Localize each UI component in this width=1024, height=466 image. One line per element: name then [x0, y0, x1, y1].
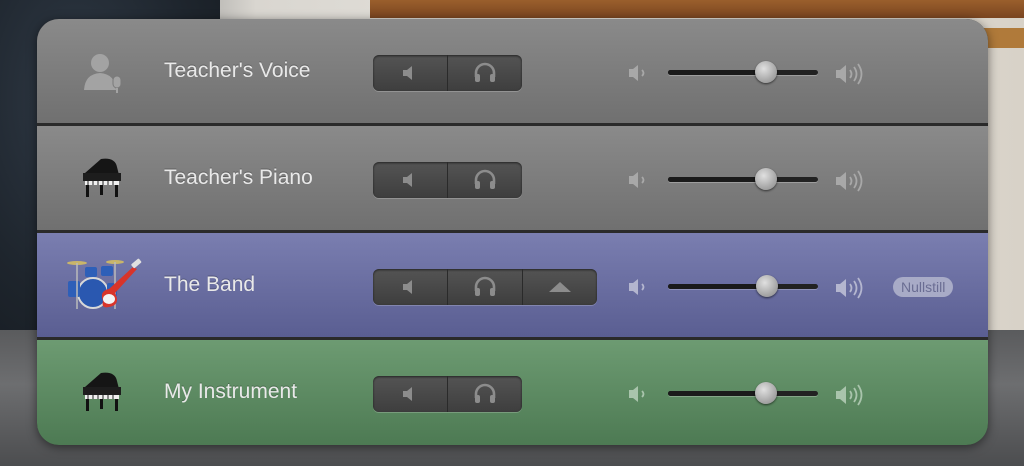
microphone-person-icon [75, 44, 131, 100]
volume-slider[interactable] [668, 61, 818, 83]
volume-slider-thumb[interactable] [755, 168, 777, 190]
volume-low-icon [629, 172, 645, 188]
volume-low-icon [629, 386, 645, 402]
mute-button[interactable] [373, 162, 448, 198]
mute-button[interactable] [373, 376, 448, 412]
track-buttons [373, 162, 522, 198]
track-buttons [373, 269, 597, 305]
volume-high-icon [836, 384, 863, 406]
volume-slider[interactable] [668, 382, 818, 404]
track-name: Teacher's Piano [164, 166, 313, 189]
expand-button[interactable] [523, 269, 597, 305]
track-row-my-instrument: My Instrument [37, 340, 988, 445]
track-row-the-band: The Band Nullstill [37, 233, 988, 337]
headphones-icon [474, 276, 496, 296]
solo-headphones-button[interactable] [448, 376, 522, 412]
speaker-mute-icon [403, 280, 412, 294]
track-buttons [373, 55, 522, 91]
track-row-teachers-piano: Teacher's Piano [37, 126, 988, 230]
volume-low-icon [629, 279, 645, 295]
solo-headphones-button[interactable] [448, 162, 522, 198]
volume-slider[interactable] [668, 275, 818, 297]
volume-slider-thumb[interactable] [755, 382, 777, 404]
volume-slider-thumb[interactable] [755, 61, 777, 83]
track-name: The Band [164, 273, 256, 296]
track-name: Teacher's Voice [164, 59, 311, 82]
solo-headphones-button[interactable] [448, 55, 522, 91]
volume-slider[interactable] [668, 168, 818, 190]
track-buttons [373, 376, 522, 412]
grand-piano-icon [75, 365, 131, 421]
drum-kit-guitar-icon [63, 253, 147, 317]
speaker-mute-icon [403, 173, 412, 187]
reset-button[interactable]: Nullstill [893, 277, 954, 297]
volume-high-icon [836, 63, 863, 85]
volume-high-icon [836, 170, 863, 192]
track-row-teachers-voice: Teacher's Voice [37, 19, 988, 123]
background-piano [370, 0, 1024, 18]
volume-high-icon [836, 277, 863, 299]
headphones-icon [474, 62, 496, 82]
mute-button[interactable] [373, 55, 448, 91]
expand-up-icon [549, 282, 571, 292]
headphones-icon [474, 169, 496, 189]
headphones-icon [474, 383, 496, 403]
mixer-panel: Teacher's Voice Teacher's Piano The Band… [37, 19, 988, 445]
track-name: My Instrument [164, 380, 298, 403]
solo-headphones-button[interactable] [448, 269, 523, 305]
grand-piano-icon [75, 151, 131, 207]
speaker-mute-icon [403, 66, 412, 80]
volume-slider-thumb[interactable] [756, 275, 778, 297]
mute-button[interactable] [373, 269, 448, 305]
volume-low-icon [629, 65, 645, 81]
speaker-mute-icon [403, 387, 412, 401]
